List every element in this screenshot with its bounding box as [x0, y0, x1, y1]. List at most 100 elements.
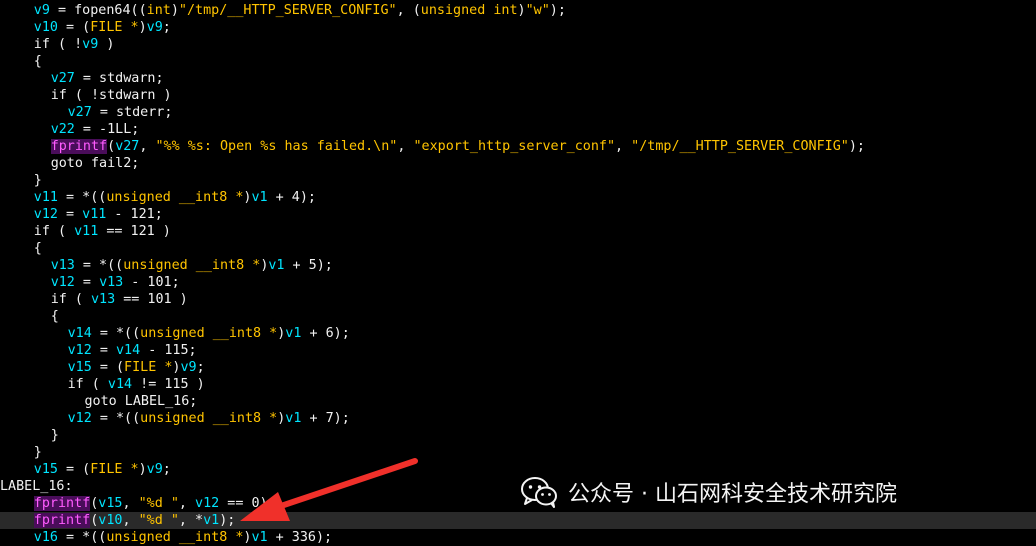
code-line[interactable]: }	[0, 444, 1036, 461]
identifier[interactable]: v9	[34, 3, 50, 18]
keyword: unsigned __int8 *	[123, 258, 261, 273]
code-text: == 0);	[219, 496, 276, 511]
code-line[interactable]: v12 = v13 - 101;	[0, 274, 1036, 291]
code-text: + 7);	[301, 411, 350, 426]
identifier[interactable]: v27	[68, 105, 92, 120]
identifier[interactable]: v12	[68, 343, 92, 358]
code-text: ,	[178, 496, 196, 511]
function-call[interactable]: fprintf	[50, 139, 108, 154]
identifier[interactable]: v15	[98, 496, 122, 511]
code-line[interactable]: v12 = *((unsigned __int8 *)v1 + 7);	[0, 410, 1036, 427]
code-line[interactable]: v12 = v11 - 121;	[0, 206, 1036, 223]
code-line[interactable]: v14 = *((unsigned __int8 *)v1 + 6);	[0, 325, 1036, 342]
code-text: - 101;	[123, 275, 180, 290]
code-line[interactable]: v10 = (FILE *)v9;	[0, 19, 1036, 36]
identifier[interactable]: v9	[82, 37, 98, 52]
code-line[interactable]: v15 = (FILE *)v9;	[0, 359, 1036, 376]
code-text: )	[98, 37, 115, 52]
code-text: ;	[196, 360, 205, 375]
code-text: );	[549, 3, 566, 18]
identifier[interactable]: v1	[268, 258, 284, 273]
code-text: = fopen64((	[49, 3, 147, 18]
code-text: + 6);	[301, 326, 350, 341]
string-literal: "%d "	[138, 496, 179, 511]
identifier[interactable]: v1	[285, 326, 301, 341]
code-text: = stderr;	[91, 105, 173, 120]
code-line[interactable]: if ( !v9 )	[0, 36, 1036, 53]
code-line[interactable]: v12 = v14 - 115;	[0, 342, 1036, 359]
identifier[interactable]: v9	[180, 360, 196, 375]
identifier[interactable]: v13	[91, 292, 115, 307]
keyword: unsigned __int8 *	[140, 326, 278, 341]
identifier[interactable]: v14	[68, 326, 92, 341]
code-line[interactable]: v9 = fopen64((int)"/tmp/__HTTP_SERVER_CO…	[0, 2, 1036, 19]
string-literal: "%d "	[138, 513, 179, 528]
identifier[interactable]: v14	[116, 343, 140, 358]
identifier[interactable]: v15	[68, 360, 92, 375]
code-text: {	[33, 54, 42, 69]
code-text: + 4);	[267, 190, 316, 205]
identifier[interactable]: v11	[74, 224, 98, 239]
identifier[interactable]: v27	[51, 71, 75, 86]
function-call[interactable]: fprintf	[33, 513, 91, 528]
code-line[interactable]: {	[0, 308, 1036, 325]
string-literal: "/tmp/__HTTP_SERVER_CONFIG"	[631, 139, 849, 154]
identifier[interactable]: v27	[115, 139, 139, 154]
code-line[interactable]: v27 = stdwarn;	[0, 70, 1036, 87]
code-line[interactable]: v27 = stderr;	[0, 104, 1036, 121]
pseudocode-view[interactable]: v9 = fopen64((int)"/tmp/__HTTP_SERVER_CO…	[0, 2, 1036, 546]
code-text: );	[219, 513, 236, 528]
identifier[interactable]: v11	[82, 207, 106, 222]
code-text: }	[33, 445, 42, 460]
code-text: =	[91, 343, 116, 358]
identifier[interactable]: v1	[251, 190, 267, 205]
code-line[interactable]: }	[0, 427, 1036, 444]
code-line[interactable]: if ( !stdwarn )	[0, 87, 1036, 104]
code-line[interactable]: }	[0, 172, 1036, 189]
code-line[interactable]: if ( v11 == 121 )	[0, 223, 1036, 240]
code-line[interactable]: if ( v14 != 115 )	[0, 376, 1036, 393]
identifier[interactable]: v11	[34, 190, 58, 205]
identifier[interactable]: v1	[203, 513, 219, 528]
function-call[interactable]: fprintf	[33, 496, 91, 511]
code-text: =	[57, 207, 83, 222]
code-line[interactable]: goto LABEL_16;	[0, 393, 1036, 410]
code-text: = *((	[91, 411, 141, 426]
code-line[interactable]: if ( v13 == 101 )	[0, 291, 1036, 308]
identifier[interactable]: v1	[251, 530, 267, 545]
identifier[interactable]: v9	[147, 20, 163, 35]
code-line[interactable]: goto fail2;	[0, 155, 1036, 172]
identifier[interactable]: v22	[51, 122, 75, 137]
identifier[interactable]: v12	[68, 411, 92, 426]
watermark-text: 公众号 · 山石网科安全技术研究院	[568, 482, 897, 507]
keyword: unsigned __int8 *	[106, 530, 244, 545]
code-line[interactable]: fprintf(v10, "%d ", *v1);	[0, 512, 1036, 529]
code-text: {	[50, 309, 59, 324]
code-line[interactable]: v16 = *((unsigned __int8 *)v1 + 336);	[0, 529, 1036, 546]
code-line[interactable]: {	[0, 240, 1036, 257]
identifier[interactable]: v13	[99, 275, 123, 290]
identifier[interactable]: v12	[34, 207, 58, 222]
code-text: + 336);	[267, 530, 333, 545]
identifier[interactable]: v16	[34, 530, 58, 545]
code-line[interactable]: fprintf(v27, "%% %s: Open %s has failed.…	[0, 138, 1036, 155]
identifier[interactable]: v9	[147, 462, 163, 477]
code-line[interactable]: {	[0, 53, 1036, 70]
identifier[interactable]: v12	[195, 496, 219, 511]
identifier[interactable]: v12	[51, 275, 75, 290]
code-text: == 121 )	[98, 224, 171, 239]
identifier[interactable]: v10	[98, 513, 122, 528]
code-label[interactable]: LABEL_16:	[0, 479, 73, 494]
code-line[interactable]: v22 = -1LL;	[0, 121, 1036, 138]
identifier[interactable]: v1	[285, 411, 301, 426]
keyword: FILE *	[90, 20, 139, 35]
code-text: ,	[615, 139, 632, 154]
keyword: unsigned int	[420, 3, 518, 18]
identifier[interactable]: v15	[34, 462, 58, 477]
identifier[interactable]: v13	[51, 258, 75, 273]
identifier[interactable]: v14	[108, 377, 132, 392]
code-text: )	[170, 3, 179, 18]
code-line[interactable]: v11 = *((unsigned __int8 *)v1 + 4);	[0, 189, 1036, 206]
identifier[interactable]: v10	[34, 20, 58, 35]
code-line[interactable]: v13 = *((unsigned __int8 *)v1 + 5);	[0, 257, 1036, 274]
